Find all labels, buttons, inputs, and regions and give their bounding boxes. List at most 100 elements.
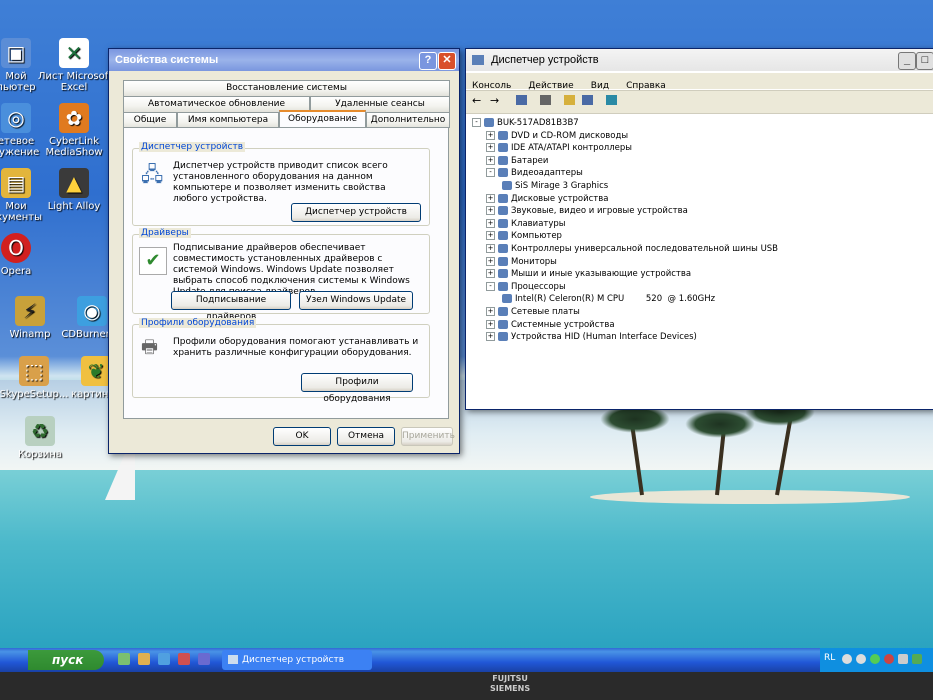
tab-general[interactable]: Общие xyxy=(123,112,177,128)
device-icon xyxy=(498,281,508,291)
scan-hardware-icon[interactable] xyxy=(606,95,617,105)
tree-category[interactable]: - Процессоры xyxy=(486,281,566,293)
expand-icon[interactable]: + xyxy=(486,319,495,329)
tree-category[interactable]: + Батареи xyxy=(486,155,548,167)
system-properties-window[interactable]: Свойства системы ? ✕ Восстановление сист… xyxy=(108,48,460,454)
desktop-icon-opera[interactable]: O Opera xyxy=(0,233,52,277)
tree-category[interactable]: + DVD и CD-ROM дисководы xyxy=(486,130,628,142)
desktop-icon-light-alloy[interactable]: ▲ Light Alloy xyxy=(38,168,110,212)
collapse-icon[interactable]: - xyxy=(486,168,495,178)
hardware-profiles-button[interactable]: Профили оборудования xyxy=(301,373,413,404)
tree-category[interactable]: + Компьютер xyxy=(486,230,562,242)
tray-icon[interactable] xyxy=(870,654,880,664)
windows-update-button[interactable]: Узел Windows Update xyxy=(299,291,413,310)
console-tree-icon[interactable] xyxy=(516,95,527,105)
device-manager-button[interactable]: Диспетчер устройств xyxy=(291,203,421,222)
sysprops-title: Свойства системы xyxy=(115,54,219,66)
device-icon xyxy=(502,181,512,190)
collapse-icon[interactable]: - xyxy=(472,118,481,127)
tray-icon[interactable] xyxy=(884,654,894,664)
quicklaunch-icon[interactable] xyxy=(198,653,210,665)
tree-category[interactable]: - Видеоадаптеры xyxy=(486,167,583,179)
expand-icon[interactable]: + xyxy=(486,206,495,216)
expand-icon[interactable]: + xyxy=(486,155,495,165)
quicklaunch-icon[interactable] xyxy=(178,653,190,665)
opera-icon: O xyxy=(1,233,31,263)
tree-category[interactable]: + IDE ATA/ATAPI контроллеры xyxy=(486,142,632,154)
tree-category[interactable]: + Сетевые платы xyxy=(486,306,580,318)
expand-icon[interactable]: + xyxy=(486,218,495,228)
group-description: Подписывание драйверов обеспечивает совм… xyxy=(173,243,410,297)
expand-icon[interactable]: + xyxy=(486,193,495,203)
device-icon xyxy=(498,256,508,266)
print-icon[interactable] xyxy=(540,95,551,105)
expand-icon[interactable]: + xyxy=(486,269,495,279)
taskbar-task-device-manager[interactable]: Диспетчер устройств xyxy=(222,650,372,670)
sysprops-titlebar[interactable]: Свойства системы ? ✕ xyxy=(109,49,459,71)
tree-category[interactable]: + Мыши и иные указывающие устройства xyxy=(486,268,691,280)
tab-hardware[interactable]: Оборудование xyxy=(279,110,366,128)
quicklaunch-icon[interactable] xyxy=(158,653,170,665)
tree-category[interactable]: + Системные устройства xyxy=(486,319,615,331)
tab-advanced[interactable]: Дополнительно xyxy=(366,112,450,128)
tab-label: Восстановление системы xyxy=(226,83,347,93)
tree-category[interactable]: + Звуковые, видео и игровые устройства xyxy=(486,205,688,217)
tree-device[interactable]: SiS Mirage 3 Graphics xyxy=(502,180,608,192)
desktop-icon-label: Winamp xyxy=(9,329,51,340)
device-icon xyxy=(498,319,508,329)
tree-label: Intel(R) Celeron(R) M CPU 520 @ 1.60GHz xyxy=(515,294,716,305)
desktop-icon-label: Корзина xyxy=(17,449,63,460)
tree-category[interactable]: + Дисковые устройства xyxy=(486,193,608,205)
help-icon[interactable] xyxy=(582,95,593,105)
desktop-icon-label: етевое ружение xyxy=(0,136,40,158)
tree-category[interactable]: + Клавиатуры xyxy=(486,218,566,230)
tab-label: Удаленные сеансы xyxy=(335,99,425,109)
mediashow-icon: ✿ xyxy=(59,103,89,133)
desktop-icon-mediashow[interactable]: ✿ CyberLink MediaShow xyxy=(38,103,110,158)
quicklaunch-icon[interactable] xyxy=(138,653,150,665)
expand-icon[interactable]: + xyxy=(486,307,495,316)
tree-root[interactable]: - BUK-517AD81B3B7 xyxy=(472,117,579,129)
expand-icon[interactable]: + xyxy=(486,256,495,266)
device-manager-window[interactable]: Диспетчер устройств _ □ Консоль Действие… xyxy=(465,48,933,410)
start-button[interactable]: пуск xyxy=(28,650,104,670)
back-icon[interactable]: ← xyxy=(472,94,481,107)
tray-icon[interactable] xyxy=(898,654,908,664)
expand-icon[interactable]: + xyxy=(486,332,495,342)
apply-button[interactable]: Применить xyxy=(401,427,455,446)
tab-system-restore[interactable]: Восстановление системы xyxy=(123,80,450,96)
maximize-button[interactable]: □ xyxy=(916,52,933,70)
group-legend: Профили оборудования xyxy=(139,318,257,328)
tree-label: Видеоадаптеры xyxy=(511,168,583,179)
tray-icon[interactable] xyxy=(912,654,922,664)
minimize-button[interactable]: _ xyxy=(898,52,916,70)
desktop-icon-recycle-bin[interactable]: ♻ Корзина xyxy=(4,416,76,460)
collapse-icon[interactable]: - xyxy=(486,281,495,291)
forward-icon[interactable]: → xyxy=(490,94,499,107)
recycle-bin-icon: ♻ xyxy=(25,416,55,446)
skype-icon: ⬚ xyxy=(19,356,49,386)
desktop-icon-label: Мой пьютер xyxy=(0,71,36,93)
tray-icon[interactable] xyxy=(842,654,852,664)
desktop-icon-excel[interactable]: ✕ Лист Microsoft Excel xyxy=(38,38,112,93)
tree-category[interactable]: + Устройства HID (Human Interface Devices… xyxy=(486,331,697,343)
properties-icon[interactable] xyxy=(564,95,575,105)
devmgr-titlebar[interactable]: Диспетчер устройств _ □ xyxy=(466,49,933,71)
ok-button[interactable]: OK xyxy=(273,427,331,446)
expand-icon[interactable]: + xyxy=(486,143,495,153)
tab-computer-name[interactable]: Имя компьютера xyxy=(177,112,279,128)
expand-icon[interactable]: + xyxy=(486,130,495,140)
driver-signing-button[interactable]: Подписывание драйверов xyxy=(171,291,291,322)
tree-label: Батареи xyxy=(511,155,549,166)
language-indicator[interactable]: RL xyxy=(824,653,835,663)
close-button[interactable]: ✕ xyxy=(438,52,456,70)
cancel-button[interactable]: Отмена xyxy=(337,427,395,446)
tray-icon[interactable] xyxy=(856,654,866,664)
tree-category[interactable]: + Контроллеры универсальной последователь… xyxy=(486,243,778,255)
tree-category[interactable]: + Мониторы xyxy=(486,256,557,268)
expand-icon[interactable]: + xyxy=(486,231,495,241)
expand-icon[interactable]: + xyxy=(486,244,495,253)
tree-device[interactable]: Intel(R) Celeron(R) M CPU 520 @ 1.60GHz xyxy=(502,293,715,305)
help-button[interactable]: ? xyxy=(419,52,437,70)
quicklaunch-icon[interactable] xyxy=(118,653,130,665)
